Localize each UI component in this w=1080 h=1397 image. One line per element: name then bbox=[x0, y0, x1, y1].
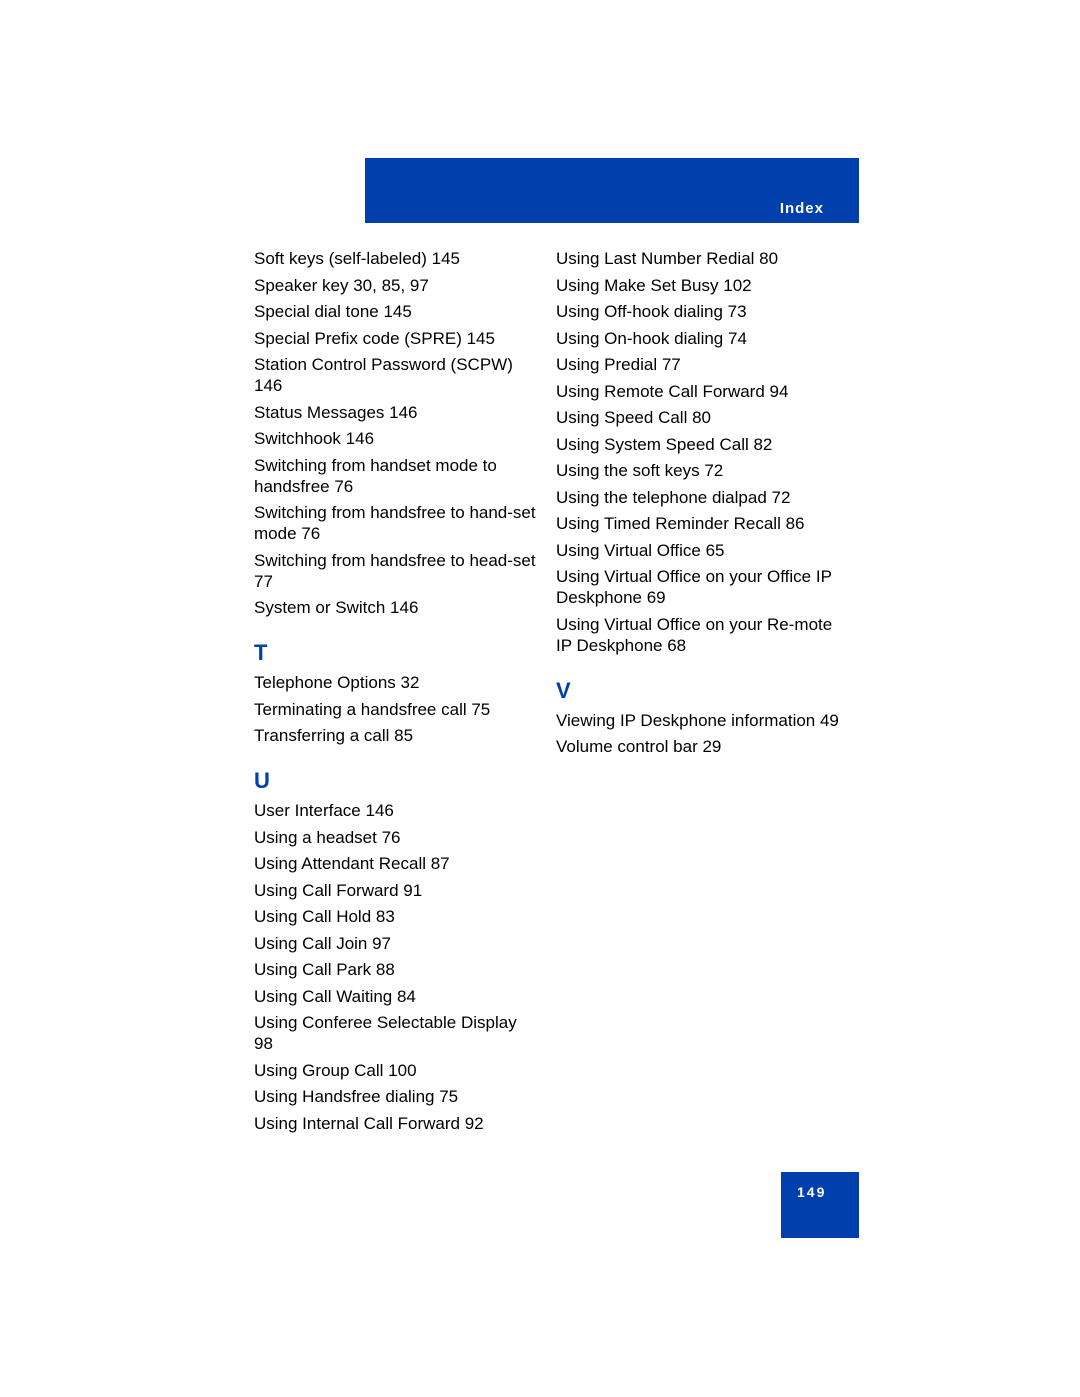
index-entry: Using System Speed Call 82 bbox=[556, 434, 773, 454]
page-number-box: 149 bbox=[781, 1172, 859, 1238]
index-entry: Using Call Join 97 bbox=[254, 933, 392, 953]
index-entry: Using Group Call 100 bbox=[254, 1060, 417, 1080]
index-entry: Using Predial 77 bbox=[556, 355, 681, 374]
index-entry: Using Off-hook dialing 73 bbox=[556, 302, 747, 321]
index-entry: Switching from handsfree to hand-set mod… bbox=[254, 503, 536, 543]
index-entry: Using Speed Call 80 bbox=[556, 408, 711, 427]
index-entry: Telephone Options 32 bbox=[254, 673, 420, 692]
index-entry: Status Messages 146 bbox=[254, 402, 418, 422]
page-number: 149 bbox=[797, 1184, 827, 1200]
index-entry: Using Remote Call Forward 94 bbox=[556, 381, 789, 401]
index-entry: Using Virtual Office on your Re-mote IP … bbox=[556, 614, 833, 655]
index-entry: Using Last Number Redial 80 bbox=[556, 249, 779, 268]
index-entry: User Interface 146 bbox=[254, 801, 394, 820]
index-entry: Switchhook 146 bbox=[254, 429, 375, 448]
index-entry: Transferring a call 85 bbox=[254, 726, 414, 745]
index-entry: Using Handsfree dialing 75 bbox=[254, 1087, 459, 1106]
index-entry: Using a headset 76 bbox=[254, 827, 401, 847]
index-entry: Switching from handsfree to head-set 77 bbox=[254, 550, 536, 591]
index-letter-heading-u: U bbox=[254, 768, 270, 793]
index-column-right: Using Last Number Redial 80 Using Make S… bbox=[556, 248, 841, 763]
index-entry: Using Make Set Busy 102 bbox=[556, 275, 752, 295]
index-entry: Using the soft keys 72 bbox=[556, 461, 724, 480]
index-letter-heading-v: V bbox=[556, 677, 571, 703]
index-entry: Using On-hook dialing 74 bbox=[556, 328, 747, 348]
index-entry: Using Call Waiting 84 bbox=[254, 986, 416, 1006]
index-column-left: Soft keys (self-labeled) 145 Speaker key… bbox=[254, 248, 539, 1139]
index-entry: Using the telephone dialpad 72 bbox=[556, 487, 791, 507]
index-entry: Soft keys (self-labeled) 145 bbox=[254, 249, 460, 268]
section-header-bar: Index bbox=[365, 158, 859, 223]
index-entry: Using Timed Reminder Recall 86 bbox=[556, 514, 805, 533]
index-entry: Special dial tone 145 bbox=[254, 302, 412, 321]
index-entry: Special Prefix code (SPRE) 145 bbox=[254, 328, 495, 348]
index-entry: Volume control bar 29 bbox=[556, 737, 722, 756]
index-entry: Terminating a handsfree call 75 bbox=[254, 699, 491, 719]
index-entry: Viewing IP Deskphone information 49 bbox=[556, 710, 839, 730]
section-title: Index bbox=[779, 200, 824, 217]
index-entry: Using Conferee Selectable Display 98 bbox=[254, 1013, 517, 1053]
index-letter-heading-t: T bbox=[254, 640, 268, 665]
index-entry: Using Attendant Recall 87 bbox=[254, 854, 450, 873]
index-entry: Switching from handset mode to handsfree… bbox=[254, 455, 497, 496]
index-entry: Using Virtual Office on your Office IP D… bbox=[556, 567, 832, 607]
index-entry: Using Call Hold 83 bbox=[254, 907, 395, 926]
index-entry: Using Internal Call Forward 92 bbox=[254, 1113, 484, 1133]
index-entry: Speaker key 30, 85, 97 bbox=[254, 275, 429, 295]
index-entry: Using Call Park 88 bbox=[254, 960, 395, 979]
index-entry: Using Virtual Office 65 bbox=[556, 540, 725, 560]
index-entry: System or Switch 146 bbox=[254, 598, 419, 617]
index-entry: Station Control Password (SCPW) 146 bbox=[254, 355, 513, 395]
index-entry: Using Call Forward 91 bbox=[254, 880, 423, 900]
